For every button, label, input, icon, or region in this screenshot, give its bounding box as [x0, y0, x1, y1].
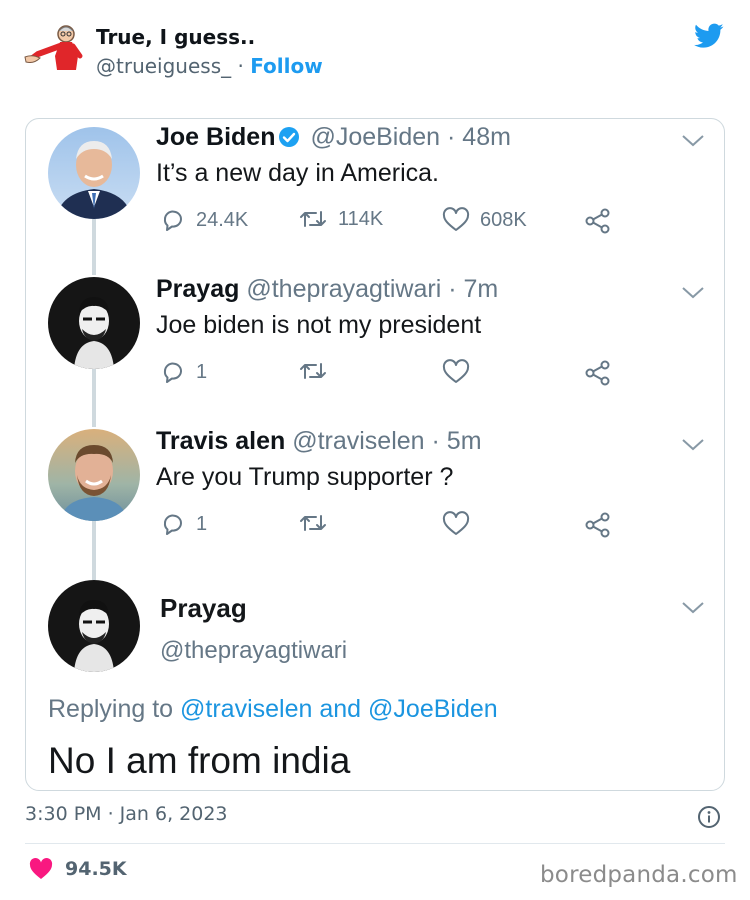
like-button[interactable]	[442, 511, 480, 537]
tweet-text: Joe biden is not my president	[156, 311, 482, 339]
display-name[interactable]: Prayag	[156, 275, 239, 303]
thread-tweet[interactable]: Travis alen @traviselen · 5m Are you Tru…	[26, 423, 724, 573]
reply-icon	[163, 210, 182, 231]
tweet-text: Are you Trump supporter ?	[156, 463, 454, 491]
share-button[interactable]	[584, 511, 612, 539]
like-count: 94.5K	[65, 858, 127, 880]
chevron-down-icon[interactable]	[681, 133, 705, 147]
avatar-image	[48, 580, 140, 672]
heart-outline-icon	[442, 359, 470, 383]
handle[interactable]: @traviselen	[292, 427, 424, 455]
like-count: 608K	[480, 208, 527, 231]
thread-tweet[interactable]: Prayag @theprayagtiwari · 7m Joe biden i…	[26, 271, 724, 421]
tweet-header: Prayag @theprayagtiwari · 7m	[156, 275, 498, 304]
heart-icon	[29, 858, 53, 879]
handle[interactable]: @theprayagtiwari	[246, 275, 441, 303]
timestamp[interactable]: · 48m	[447, 123, 511, 151]
like-button[interactable]	[442, 359, 480, 385]
timestamp[interactable]: · 5m	[432, 427, 482, 455]
handle[interactable]: @JoeBiden	[310, 123, 440, 151]
info-icon[interactable]	[697, 805, 721, 829]
heart-outline-icon	[442, 207, 470, 231]
author-handle-row: @trueiguess_ · Follow	[96, 54, 323, 78]
avatar[interactable]	[48, 277, 140, 369]
divider	[25, 843, 725, 844]
display-name[interactable]: Prayag	[160, 593, 247, 624]
author-name[interactable]: True, I guess..	[96, 25, 255, 49]
tweet-text: No I am from india	[48, 740, 351, 781]
reply-icon	[163, 514, 182, 535]
like-button[interactable]: 94.5K	[29, 858, 127, 880]
reply-button[interactable]: 1	[160, 511, 207, 537]
retweet-icon	[300, 515, 326, 531]
author-handle[interactable]: @trueiguess_	[96, 54, 231, 78]
avatar-image	[48, 277, 140, 369]
chevron-down-icon[interactable]	[681, 600, 705, 614]
thread-tweet[interactable]: Joe Biden @JoeBiden · 48m It’s a new day…	[26, 119, 724, 269]
chevron-down-icon[interactable]	[681, 285, 705, 299]
avatar[interactable]	[48, 127, 140, 219]
tweet-actions: 1	[156, 511, 626, 545]
display-name[interactable]: Travis alen	[156, 427, 285, 455]
share-button[interactable]	[584, 207, 612, 235]
retweet-icon	[300, 363, 326, 379]
replying-conjunction: and	[319, 695, 362, 723]
reply-count: 1	[196, 360, 208, 383]
tweet-text: It’s a new day in America.	[156, 159, 440, 187]
share-button[interactable]	[584, 359, 612, 387]
retweet-button[interactable]: 114K	[298, 207, 383, 231]
tweet-actions: 24.4K 114K 608K	[156, 207, 626, 241]
avatar-image	[48, 127, 140, 219]
author-avatar[interactable]	[24, 24, 86, 74]
share-icon	[585, 512, 610, 538]
chevron-down-icon[interactable]	[681, 437, 705, 451]
reply-count: 24.4K	[196, 208, 249, 231]
reply-button[interactable]: 1	[160, 359, 207, 385]
reply-button[interactable]: 24.4K	[160, 207, 248, 233]
tweet-header: Travis alen @traviselen · 5m	[156, 427, 482, 456]
twitter-bird-icon[interactable]	[694, 23, 724, 49]
avatar[interactable]	[48, 429, 140, 521]
watermark: boredpanda.com	[540, 862, 738, 888]
retweet-button[interactable]	[298, 511, 338, 535]
display-name[interactable]: Joe Biden	[156, 123, 275, 151]
retweet-button[interactable]	[298, 359, 338, 383]
replying-to: Replying to @traviselen and @JoeBiden	[48, 695, 498, 724]
tweet-actions: 1	[156, 359, 626, 393]
avatar-image	[24, 25, 83, 70]
tweet-timestamp[interactable]: 3:30 PM · Jan 6, 2023	[25, 803, 228, 825]
mention-link[interactable]: @traviselen	[180, 695, 312, 723]
tweet-header: Joe Biden @JoeBiden · 48m	[156, 123, 511, 155]
share-icon	[585, 208, 610, 234]
handle[interactable]: @theprayagtiwari	[160, 637, 347, 665]
avatar[interactable]	[48, 580, 140, 672]
follow-button[interactable]: Follow	[250, 54, 323, 78]
separator: ·	[231, 54, 251, 78]
like-button[interactable]: 608K	[442, 207, 527, 233]
share-icon	[585, 360, 610, 386]
replying-prefix: Replying to	[48, 695, 174, 723]
mention-link[interactable]: @JoeBiden	[368, 695, 498, 723]
reply-count: 1	[196, 512, 208, 535]
retweet-icon	[300, 211, 326, 227]
timestamp[interactable]: · 7m	[448, 275, 498, 303]
reply-icon	[163, 362, 182, 383]
retweet-count: 114K	[338, 207, 384, 230]
heart-outline-icon	[442, 511, 470, 535]
avatar-image	[48, 429, 140, 521]
embedded-screenshot: Joe Biden @JoeBiden · 48m It’s a new day…	[25, 118, 725, 791]
verified-badge-icon	[278, 126, 300, 155]
